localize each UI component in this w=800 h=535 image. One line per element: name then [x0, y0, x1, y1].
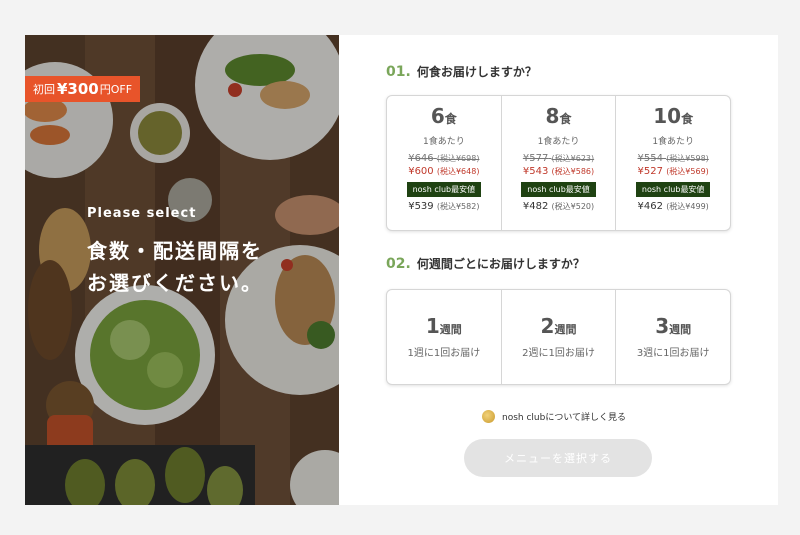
club-lowest-badge: nosh club最安値 [521, 182, 596, 197]
original-price-value: ¥646 [408, 153, 434, 164]
club-price-value: ¥462 [637, 201, 663, 212]
discount-price-tax: (税込¥569) [666, 167, 709, 176]
per-meal-label: 1食あたり [537, 137, 580, 147]
club-price: ¥462 (税込¥499) [616, 201, 730, 212]
meal-count-question: 01. 何食お届けしますか？ [386, 63, 537, 80]
hero-title: 食数・配送間隔を お選びください。 [87, 235, 263, 299]
discount-price-tax: (税込¥586) [551, 167, 595, 176]
hero-subtitle: Please select [87, 206, 197, 221]
interval-option-2-weeks[interactable]: 2週間 2週に1回お届け [502, 290, 617, 384]
club-lowest-badge: nosh club最安値 [635, 182, 711, 197]
meal-count-unit: 食 [559, 112, 572, 126]
promo-amount: ¥300 [57, 80, 99, 98]
question-number: 01. [386, 64, 411, 80]
interval-description: 3週に1回お届け [636, 348, 710, 359]
discount-price-tax: (税込¥648) [436, 167, 480, 176]
interval-label: 1週間 [387, 314, 501, 338]
discount-price: ¥527 (税込¥569) [616, 166, 730, 177]
meal-count-label: 8食 [502, 104, 616, 128]
original-price-value: ¥577 [522, 153, 549, 164]
interval-label: 2週間 [502, 314, 616, 338]
delivery-interval-options: 1週間 1週に1回お届け 2週間 2週に1回お届け 3週間 3週に1回お届け [386, 289, 731, 385]
meal-option-10[interactable]: 10食 1食あたり ¥554 (税込¥598) ¥527 (税込¥569) no… [616, 96, 730, 230]
club-price: ¥482 (税込¥520) [502, 201, 616, 212]
original-price-tax: (税込¥598) [666, 154, 709, 163]
selection-panel: 01. 何食お届けしますか？ 6食 1食あたり ¥646 (税込¥698) ¥6… [339, 35, 778, 505]
club-price: ¥539 (税込¥582) [387, 201, 501, 212]
meal-count-label: 10食 [616, 104, 730, 128]
club-price-tax: (税込¥520) [551, 202, 595, 211]
meal-option-8[interactable]: 8食 1食あたり ¥577 (税込¥623) ¥543 (税込¥586) nos… [502, 96, 617, 230]
delivery-interval-question: 02. 何週間ごとにお届けしますか？ [386, 255, 585, 272]
interval-option-3-weeks[interactable]: 3週間 3週に1回お届け [616, 290, 730, 384]
interval-label: 3週間 [616, 314, 730, 338]
discount-price-value: ¥543 [522, 166, 549, 177]
original-price-tax: (税込¥623) [551, 154, 595, 163]
club-price-value: ¥482 [522, 201, 549, 212]
food-photo-panel: 初回 ¥300 円OFF Please select 食数・配送間隔を お選びく… [25, 35, 339, 505]
question-title: 何週間ごとにお届けしますか？ [416, 257, 585, 271]
select-menu-button[interactable]: メニューを選択する [464, 439, 652, 477]
discount-price-value: ¥527 [637, 166, 663, 177]
question-number: 02. [386, 256, 411, 272]
interval-unit: 週間 [439, 323, 462, 336]
club-price-value: ¥539 [408, 201, 434, 212]
original-price-tax: (税込¥698) [436, 154, 480, 163]
club-price-tax: (税込¥582) [436, 202, 480, 211]
meal-count-number: 10 [653, 104, 682, 128]
promo-suffix: 円OFF [99, 83, 133, 96]
meal-count-number: 6 [430, 104, 445, 128]
plan-selection-card: 初回 ¥300 円OFF Please select 食数・配送間隔を お選びく… [25, 35, 778, 505]
interval-option-1-week[interactable]: 1週間 1週に1回お届け [387, 290, 502, 384]
per-meal-label: 1食あたり [422, 137, 465, 147]
meal-count-unit: 食 [444, 112, 457, 126]
discount-price: ¥600 (税込¥648) [387, 166, 501, 177]
original-price-value: ¥554 [637, 153, 663, 164]
interval-description: 1週に1回お届け [407, 348, 481, 359]
interval-number: 2 [540, 314, 555, 338]
first-order-discount-badge: 初回 ¥300 円OFF [25, 76, 141, 102]
hero-title-line2: お選びください。 [87, 271, 263, 295]
meal-count-unit: 食 [681, 112, 694, 126]
interval-number: 1 [425, 314, 440, 338]
nosh-club-info-link-text: nosh clubについて詳しく見る [502, 413, 627, 423]
original-price: ¥554 (税込¥598) [616, 153, 730, 164]
interval-description: 2週に1回お届け [522, 348, 595, 359]
interval-number: 3 [655, 314, 670, 338]
hero-title-line1: 食数・配送間隔を [87, 239, 263, 263]
meal-option-6[interactable]: 6食 1食あたり ¥646 (税込¥698) ¥600 (税込¥648) nos… [387, 96, 502, 230]
nosh-club-info-link[interactable]: nosh clubについて詳しく見る [482, 410, 626, 423]
discount-price: ¥543 (税込¥586) [502, 166, 616, 177]
original-price: ¥646 (税込¥698) [387, 153, 501, 164]
coin-icon [482, 410, 495, 423]
question-title: 何食お届けしますか？ [416, 65, 537, 79]
promo-prefix: 初回 [33, 83, 55, 96]
discount-price-value: ¥600 [408, 166, 434, 177]
meal-count-number: 8 [545, 104, 560, 128]
club-lowest-badge: nosh club最安値 [406, 182, 482, 197]
club-price-tax: (税込¥499) [666, 202, 709, 211]
original-price: ¥577 (税込¥623) [502, 153, 616, 164]
interval-unit: 週間 [669, 323, 692, 336]
meal-count-options: 6食 1食あたり ¥646 (税込¥698) ¥600 (税込¥648) nos… [386, 95, 731, 231]
per-meal-label: 1食あたり [652, 137, 695, 147]
meal-count-label: 6食 [387, 104, 501, 128]
interval-unit: 週間 [554, 323, 577, 336]
